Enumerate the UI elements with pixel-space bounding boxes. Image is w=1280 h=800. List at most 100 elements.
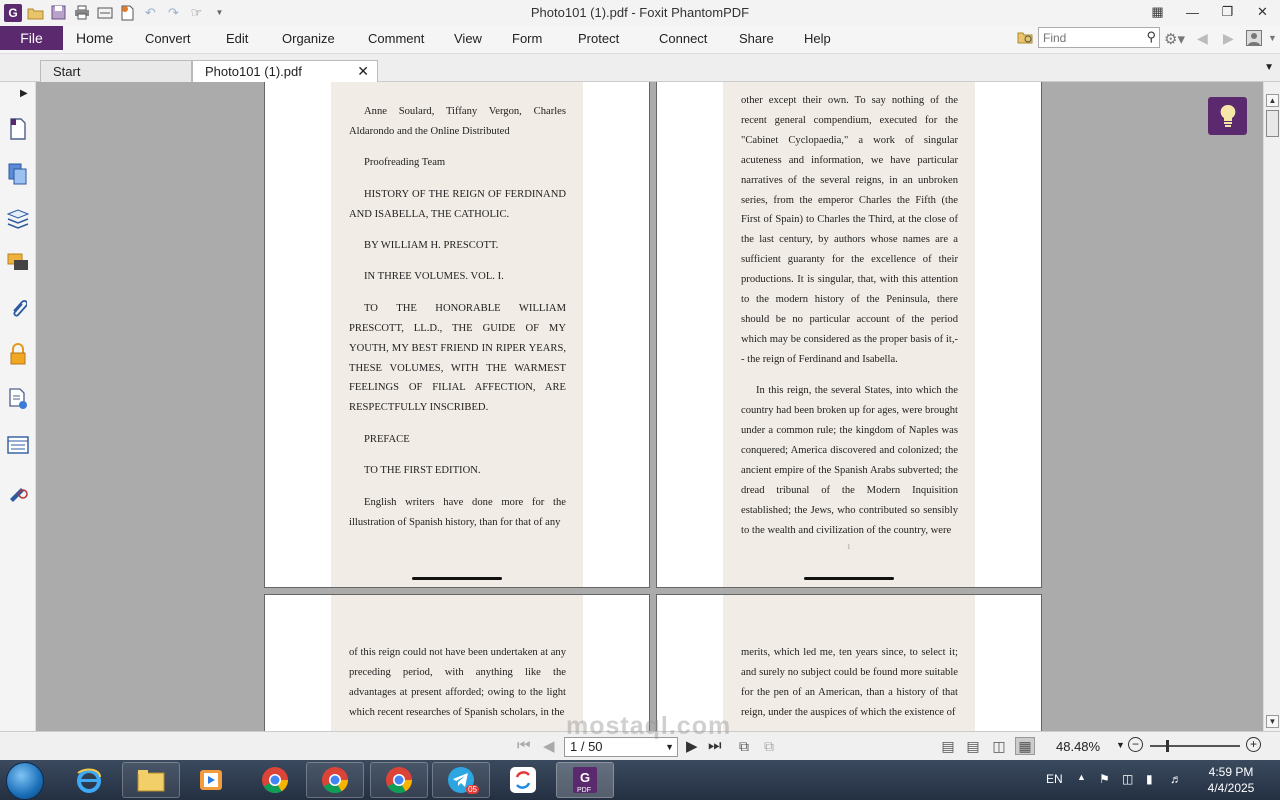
page-dropdown-icon[interactable]: ▼ — [665, 738, 674, 756]
maximize-icon[interactable]: ❐ — [1210, 0, 1245, 24]
telegram-icon[interactable]: 05 — [432, 762, 490, 798]
start-button-icon[interactable] — [6, 762, 44, 800]
tab-start[interactable]: Start — [40, 60, 192, 82]
page-paragraph: TO THE HONORABLE WILLIAM PRESCOTT, LL.D.… — [349, 302, 566, 414]
pages-icon[interactable] — [5, 116, 31, 142]
menu-comment[interactable]: Comment — [368, 31, 424, 46]
zoom-dropdown-icon[interactable]: ▼ — [1116, 740, 1125, 750]
single-page-view-icon[interactable]: ▤ — [938, 737, 958, 755]
zoom-level[interactable]: 48.48% — [1056, 739, 1100, 754]
file-explorer-icon[interactable] — [122, 762, 180, 798]
zoom-slider[interactable] — [1150, 740, 1240, 752]
security-lock-icon[interactable] — [5, 341, 31, 367]
continuous-view-icon[interactable]: ▤ — [963, 737, 983, 755]
menu-view[interactable]: View — [454, 31, 482, 46]
previous-result-icon[interactable]: ◀ — [1197, 30, 1208, 47]
close-tab-icon[interactable]: ✕ — [357, 63, 369, 80]
scroll-up-arrow-icon[interactable]: ▲ — [1266, 94, 1279, 107]
page-text: Anne Soulard, Tiffany Vergon, Charles Al… — [349, 102, 566, 544]
network-signal-icon[interactable]: ▮ — [1146, 772, 1153, 786]
media-player-icon[interactable] — [182, 762, 240, 798]
file-menu-button[interactable]: File — [0, 26, 63, 50]
previous-view-icon[interactable]: ⧉ — [734, 737, 754, 755]
comments-icon[interactable] — [5, 250, 31, 276]
menu-connect[interactable]: Connect — [659, 31, 707, 46]
new-document-icon[interactable] — [118, 3, 137, 22]
zoom-in-icon[interactable]: + — [1246, 737, 1261, 752]
volume-icon[interactable]: ♬ — [1170, 772, 1182, 786]
last-page-icon[interactable]: ⏭ — [708, 737, 722, 754]
menu-organize[interactable]: Organize — [282, 31, 335, 46]
lightbulb-icon — [1220, 104, 1235, 127]
foxit-pdf-icon[interactable]: G PDF — [556, 762, 614, 798]
minimize-icon[interactable]: — — [1175, 0, 1210, 24]
save-icon[interactable] — [49, 3, 68, 22]
sync-app-icon[interactable] — [494, 762, 552, 798]
search-folder-icon[interactable] — [1017, 30, 1034, 48]
tab-document[interactable]: Photo101 (1).pdf ✕ — [192, 60, 378, 82]
menu-form[interactable]: Form — [512, 31, 542, 46]
foxit-logo-icon[interactable]: G — [4, 3, 22, 22]
copy-pages-icon[interactable] — [5, 161, 31, 187]
page-paragraph: In this reign, the several States, into … — [741, 385, 958, 536]
signature-icon[interactable] — [5, 478, 31, 504]
menu-edit[interactable]: Edit — [226, 31, 248, 46]
internet-explorer-icon[interactable] — [60, 762, 118, 798]
document-properties-icon[interactable] — [5, 386, 31, 412]
attachment-icon[interactable] — [5, 295, 31, 321]
search-icon[interactable]: ⚲ — [1146, 29, 1156, 45]
document-workspace[interactable]: Anne Soulard, Tiffany Vergon, Charles Al… — [36, 82, 1263, 731]
redo-icon[interactable]: ↷ — [164, 3, 183, 22]
navigation-sidebar: ▶ — [0, 82, 36, 733]
chrome-icon[interactable] — [246, 762, 304, 798]
continuous-facing-view-icon[interactable]: ▦ — [1015, 737, 1035, 755]
next-view-icon[interactable]: ⧉ — [759, 737, 779, 755]
page-number-field[interactable]: 1 / 50 ▼ — [564, 737, 678, 757]
menu-share[interactable]: Share — [739, 31, 774, 46]
page-paragraph: other except their own. To say nothing o… — [741, 95, 958, 365]
print-icon[interactable] — [72, 3, 91, 22]
undo-icon[interactable]: ↶ — [141, 3, 160, 22]
hand-tool-icon[interactable]: ☞ — [187, 3, 206, 22]
search-settings-gear-icon[interactable]: ⚙▾ — [1164, 30, 1185, 48]
menu-help[interactable]: Help — [804, 31, 831, 46]
menu-convert[interactable]: Convert — [145, 31, 191, 46]
find-input[interactable] — [1039, 28, 1135, 47]
pdf-page: merits, which led me, ten years since, t… — [656, 594, 1042, 731]
open-folder-icon[interactable] — [26, 3, 45, 22]
previous-page-icon[interactable]: ◀ — [543, 737, 555, 755]
menu-protect[interactable]: Protect — [578, 31, 619, 46]
language-indicator[interactable]: EN — [1046, 772, 1063, 786]
tips-lightbulb-button[interactable] — [1208, 97, 1247, 135]
page-paragraph: TO THE FIRST EDITION. — [364, 465, 481, 477]
tab-list-dropdown-icon[interactable]: ▼ — [1264, 62, 1274, 73]
chrome-icon[interactable] — [370, 762, 428, 798]
scan-icon[interactable] — [95, 3, 114, 22]
close-icon[interactable]: ✕ — [1245, 0, 1280, 24]
scrollbar-thumb[interactable] — [1266, 110, 1279, 137]
facing-view-icon[interactable]: ◫ — [989, 737, 1009, 755]
menu-home[interactable]: Home — [76, 30, 113, 46]
vertical-scrollbar[interactable]: ▲ ▼ — [1263, 82, 1280, 731]
content-panel-icon[interactable] — [5, 432, 31, 458]
next-result-icon[interactable]: ▶ — [1223, 30, 1234, 47]
expand-panel-icon[interactable]: ▶ — [20, 88, 28, 99]
scroll-down-arrow-icon[interactable]: ▼ — [1266, 715, 1279, 728]
page-paragraph: Anne Soulard, Tiffany Vergon, Charles Al… — [349, 106, 566, 137]
zoom-slider-knob[interactable] — [1166, 740, 1169, 752]
user-account-icon[interactable] — [1246, 30, 1262, 49]
pdf-page: of this reign could not have been undert… — [264, 594, 650, 731]
first-page-icon[interactable]: ⏮ — [517, 737, 531, 754]
layers-icon[interactable] — [5, 206, 31, 232]
account-dropdown-icon[interactable]: ▼ — [1268, 33, 1277, 43]
power-icon[interactable]: ◫ — [1122, 772, 1133, 786]
customize-toolbar-dropdown-icon[interactable]: ▼ — [210, 3, 229, 22]
page-indicator: 1 / 50 — [570, 739, 603, 754]
system-clock[interactable]: 4:59 PM 4/4/2025 — [1196, 764, 1266, 796]
next-page-icon[interactable]: ▶ — [686, 737, 698, 755]
restore-grid-icon[interactable]: ▦ — [1140, 0, 1175, 24]
action-center-flag-icon[interactable]: ⚑ — [1099, 772, 1110, 786]
chrome-icon[interactable] — [306, 762, 364, 798]
show-hidden-icons-icon[interactable]: ▲ — [1077, 772, 1086, 782]
zoom-out-icon[interactable]: − — [1128, 737, 1143, 752]
